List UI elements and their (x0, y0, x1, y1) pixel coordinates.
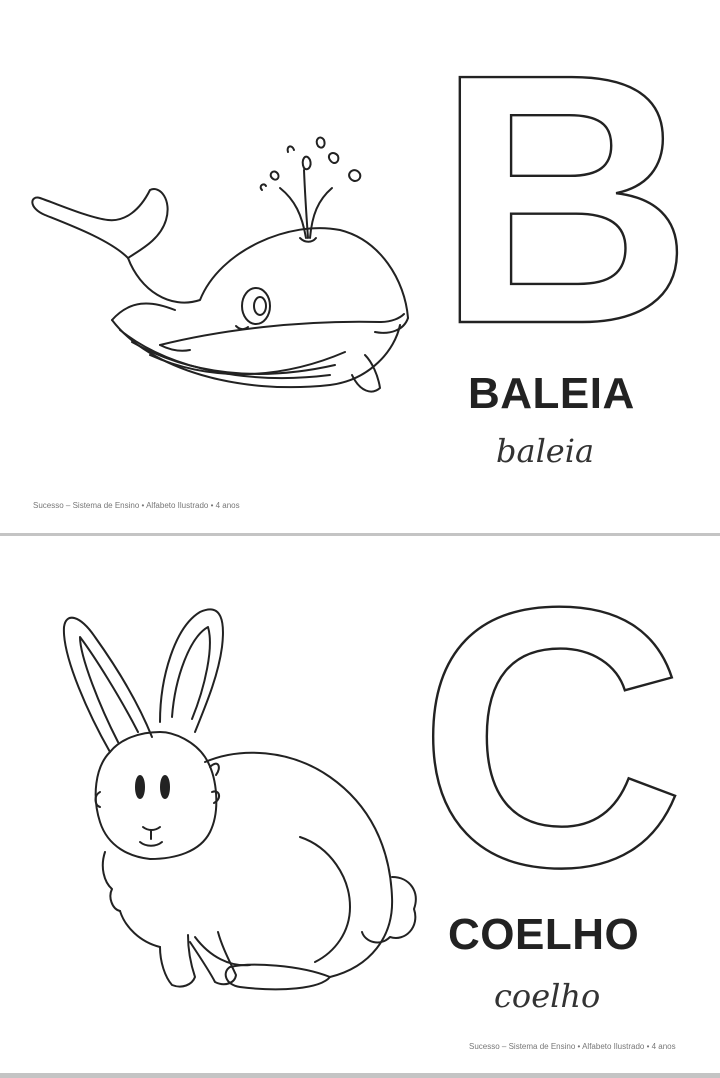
word-print: BALEIA (468, 369, 635, 418)
page-letter-b: B BALEIA baleia Sucesso – Sistema de Ens… (0, 0, 720, 534)
page-divider (0, 1073, 720, 1078)
word-print: COELHO (448, 910, 640, 959)
footer-text: Sucesso – Sistema de Ensino • Alfabeto I… (33, 501, 240, 510)
letter-b-outline: B (435, 0, 694, 399)
word-cursive: coelho (494, 977, 601, 1015)
letter-b: B (436, 1, 693, 398)
footer-text: Sucesso – Sistema de Ensino • Alfabeto I… (469, 1042, 676, 1051)
word-cursive: baleia (496, 432, 595, 470)
letter-c-outline: C (417, 530, 687, 945)
page-letter-c: C COELHO coelho Sucesso – Sistema de Ens… (0, 530, 720, 1073)
letter-c: C (418, 531, 685, 944)
